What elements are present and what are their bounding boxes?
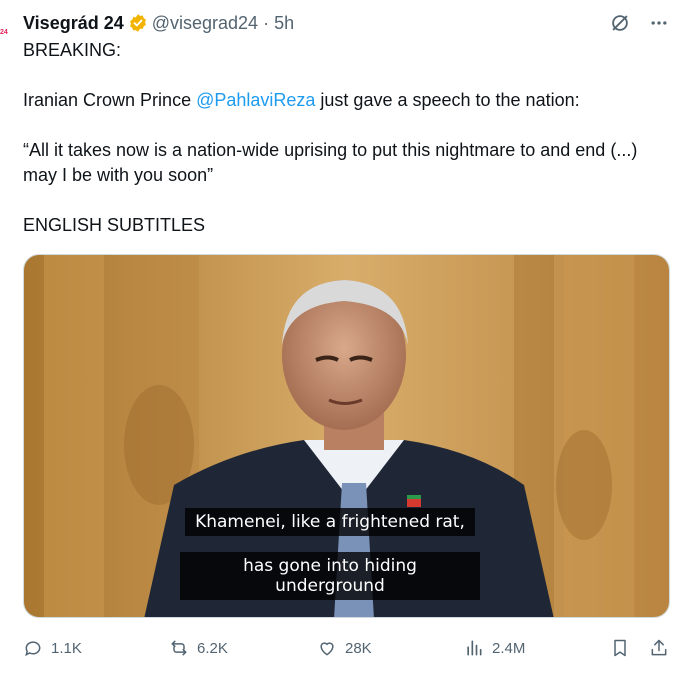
tweet-line-subtitles: ENGLISH SUBTITLES [23, 215, 206, 235]
views-count: 2.4M [492, 639, 526, 657]
more-options-icon[interactable] [649, 13, 669, 33]
reply-icon [25, 641, 41, 657]
subtitle-line-1: Khamenei, like a frightened rat, [180, 508, 480, 536]
tweet-actions: 1.1K 6.2K 28K 2.4M [23, 634, 670, 662]
timestamp[interactable]: 5h [274, 13, 294, 34]
grok-icon[interactable] [609, 12, 631, 34]
header-actions [609, 12, 669, 34]
reply-button[interactable]: 1.1K [23, 638, 82, 658]
verified-badge-icon[interactable] [128, 13, 148, 33]
heart-icon [320, 642, 334, 656]
like-button[interactable]: 28K [317, 638, 372, 658]
repost-icon [171, 640, 187, 656]
avatar-text: 24 [0, 29, 8, 36]
views-button[interactable]: 2.4M [464, 638, 525, 658]
tweet-header: Visegrád 24 @visegrad24 · 5h [23, 12, 294, 34]
mention-link[interactable]: @PahlaviReza [196, 90, 315, 110]
display-name[interactable]: Visegrád 24 [23, 13, 124, 34]
views-bar-chart-icon [467, 640, 482, 656]
tweet-body: BREAKING: Iranian Crown Prince @PahlaviR… [23, 38, 663, 238]
separator-dot: · [263, 12, 270, 33]
subtitle-text-2: has gone into hiding underground [180, 552, 480, 600]
subtitle-text-1: Khamenei, like a frightened rat, [185, 508, 475, 536]
share-button[interactable] [649, 638, 669, 658]
intro-text: Iranian Crown Prince [23, 90, 197, 110]
reply-count: 1.1K [51, 639, 82, 657]
handle[interactable]: @visegrad24 [152, 13, 258, 34]
tweet-quote: “All it takes now is a nation-wide upris… [23, 140, 638, 185]
repost-button[interactable]: 6.2K [169, 638, 228, 658]
tweet-line-breaking: BREAKING: [23, 40, 122, 60]
share-icon [651, 639, 667, 656]
subtitle-line-2: has gone into hiding underground [180, 552, 480, 600]
avatar[interactable]: 24 [0, 26, 10, 40]
like-count: 28K [345, 639, 372, 657]
intro-text-rest: just gave a speech to the nation: [315, 90, 580, 110]
bookmark-button[interactable] [610, 638, 630, 658]
repost-count: 6.2K [197, 639, 228, 657]
tweet-line-intro: Iranian Crown Prince @PahlaviReza just g… [23, 88, 663, 113]
bookmark-icon [614, 639, 626, 657]
